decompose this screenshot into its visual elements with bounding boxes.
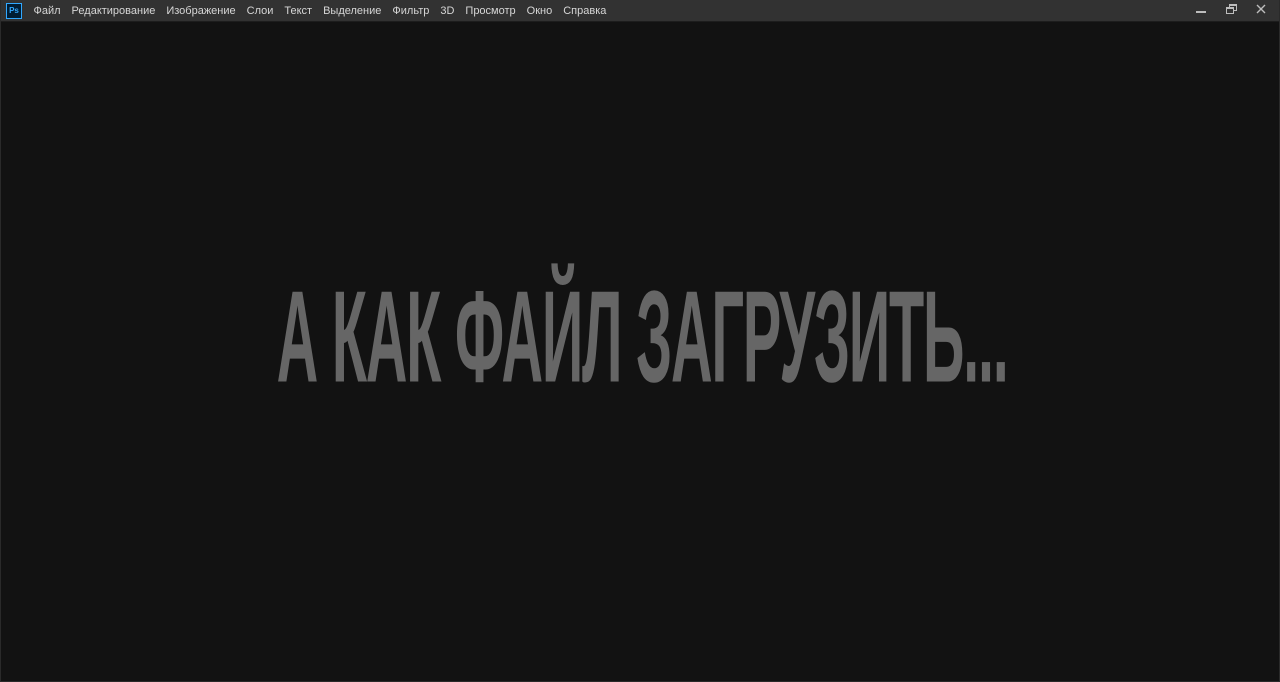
window-controls [1186, 0, 1276, 20]
menu-bar: Ps Файл Редактирование Изображение Слои … [1, 0, 1279, 22]
menu-image[interactable]: Изображение [161, 0, 241, 22]
menu-filter[interactable]: Фильтр [387, 0, 435, 22]
photoshop-logo-icon[interactable]: Ps [6, 2, 22, 19]
minimize-button[interactable] [1186, 0, 1216, 18]
close-icon [1256, 4, 1266, 14]
minimize-icon [1196, 11, 1206, 13]
canvas-headline: А КАК ФАЙЛ ЗАГРУЗИТЬ... [163, 263, 1121, 413]
menu-help[interactable]: Справка [558, 0, 612, 22]
menu-select[interactable]: Выделение [318, 0, 387, 22]
restore-icon [1225, 4, 1237, 14]
menu-type[interactable]: Текст [279, 0, 318, 22]
headline-text: А КАК ФАЙЛ ЗАГРУЗИТЬ... [276, 264, 1009, 411]
photoshop-window: Ps Файл Редактирование Изображение Слои … [0, 0, 1280, 682]
restore-button[interactable] [1216, 0, 1246, 18]
menu-file[interactable]: Файл [28, 0, 66, 22]
close-button[interactable] [1246, 0, 1276, 18]
menu-window[interactable]: Окно [521, 0, 558, 22]
menu-3d[interactable]: 3D [435, 0, 460, 22]
main-menu: Файл Редактирование Изображение Слои Тек… [28, 0, 612, 22]
menu-edit[interactable]: Редактирование [66, 0, 161, 22]
menu-layers[interactable]: Слои [241, 0, 279, 22]
menu-view[interactable]: Просмотр [460, 0, 521, 22]
